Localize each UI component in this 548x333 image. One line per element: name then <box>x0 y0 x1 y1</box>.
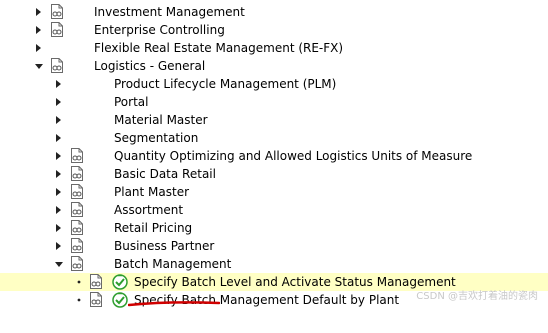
documentation-icon[interactable] <box>70 184 83 199</box>
tree-row[interactable]: Enterprise Controlling <box>0 21 548 39</box>
expand-arrow-icon[interactable] <box>53 147 65 165</box>
tree-row[interactable]: Basic Data Retail <box>0 165 548 183</box>
documentation-icon[interactable] <box>50 4 63 19</box>
documentation-icon[interactable] <box>50 22 63 37</box>
tree-row[interactable]: Plant Master <box>0 183 548 201</box>
tree-row[interactable]: Material Master <box>0 111 548 129</box>
tree-node-label[interactable]: Logistics - General <box>94 58 205 74</box>
expand-arrow-icon[interactable] <box>53 93 65 111</box>
tree-node-label[interactable]: Basic Data Retail <box>114 166 216 182</box>
tree-node-label[interactable]: Material Master <box>114 112 208 128</box>
tree-node-label[interactable]: Flexible Real Estate Management (RE-FX) <box>94 40 343 56</box>
tree-node-label[interactable]: Retail Pricing <box>114 220 192 236</box>
expand-arrow-icon[interactable] <box>53 183 65 201</box>
tree-node-label[interactable]: Business Partner <box>114 238 214 254</box>
documentation-icon[interactable] <box>70 166 83 181</box>
execute-activity-icon[interactable] <box>112 274 128 290</box>
collapse-arrow-icon[interactable] <box>53 255 65 273</box>
documentation-icon[interactable] <box>89 274 102 289</box>
documentation-icon[interactable] <box>50 58 63 73</box>
execute-activity-icon[interactable] <box>112 292 128 308</box>
tree-row[interactable]: Quantity Optimizing and Allowed Logistic… <box>0 147 548 165</box>
red-underline-annotation <box>128 301 220 307</box>
expand-arrow-icon[interactable] <box>53 201 65 219</box>
tree-row[interactable]: Logistics - General <box>0 57 548 75</box>
tree-node-label[interactable]: Plant Master <box>114 184 189 200</box>
tree-row[interactable]: Portal <box>0 93 548 111</box>
tree-node-label[interactable]: Portal <box>114 94 148 110</box>
tree-node-label[interactable]: Batch Management <box>114 256 231 272</box>
expand-arrow-icon[interactable] <box>53 111 65 129</box>
documentation-icon[interactable] <box>70 202 83 217</box>
documentation-icon[interactable] <box>70 148 83 163</box>
documentation-icon[interactable] <box>70 238 83 253</box>
documentation-icon[interactable] <box>70 256 83 271</box>
tree-row[interactable]: Batch Management <box>0 255 548 273</box>
expand-arrow-icon[interactable] <box>33 3 45 21</box>
tree-row[interactable]: Segmentation <box>0 129 548 147</box>
tree-node-label[interactable]: Product Lifecycle Management (PLM) <box>114 76 336 92</box>
expand-arrow-icon[interactable] <box>53 219 65 237</box>
tree-row[interactable]: Flexible Real Estate Management (RE-FX) <box>0 39 548 57</box>
tree-row[interactable]: Assortment <box>0 201 548 219</box>
tree-node-label[interactable]: Assortment <box>114 202 183 218</box>
tree-row[interactable]: Business Partner <box>0 237 548 255</box>
leaf-bullet-icon <box>73 291 85 309</box>
tree-row[interactable]: Retail Pricing <box>0 219 548 237</box>
tree-node-label[interactable]: Segmentation <box>114 130 198 146</box>
tree-node-label[interactable]: Specify Batch Level and Activate Status … <box>134 274 456 290</box>
expand-arrow-icon[interactable] <box>53 129 65 147</box>
documentation-icon[interactable] <box>89 292 102 307</box>
leaf-bullet-icon <box>73 273 85 291</box>
documentation-icon[interactable] <box>70 220 83 235</box>
tree-node-label[interactable]: Quantity Optimizing and Allowed Logistic… <box>114 148 472 164</box>
expand-arrow-icon[interactable] <box>53 75 65 93</box>
tree-node-label[interactable]: Investment Management <box>94 4 245 20</box>
collapse-arrow-icon[interactable] <box>33 57 45 75</box>
expand-arrow-icon[interactable] <box>53 237 65 255</box>
watermark: CSDN @吉欢打着油的瓷肉 <box>416 291 538 302</box>
expand-arrow-icon[interactable] <box>33 21 45 39</box>
tree-row[interactable]: Investment Management <box>0 3 548 21</box>
expand-arrow-icon[interactable] <box>53 165 65 183</box>
expand-arrow-icon[interactable] <box>33 39 45 57</box>
tree-node-label[interactable]: Enterprise Controlling <box>94 22 225 38</box>
tree-row[interactable]: Product Lifecycle Management (PLM) <box>0 75 548 93</box>
